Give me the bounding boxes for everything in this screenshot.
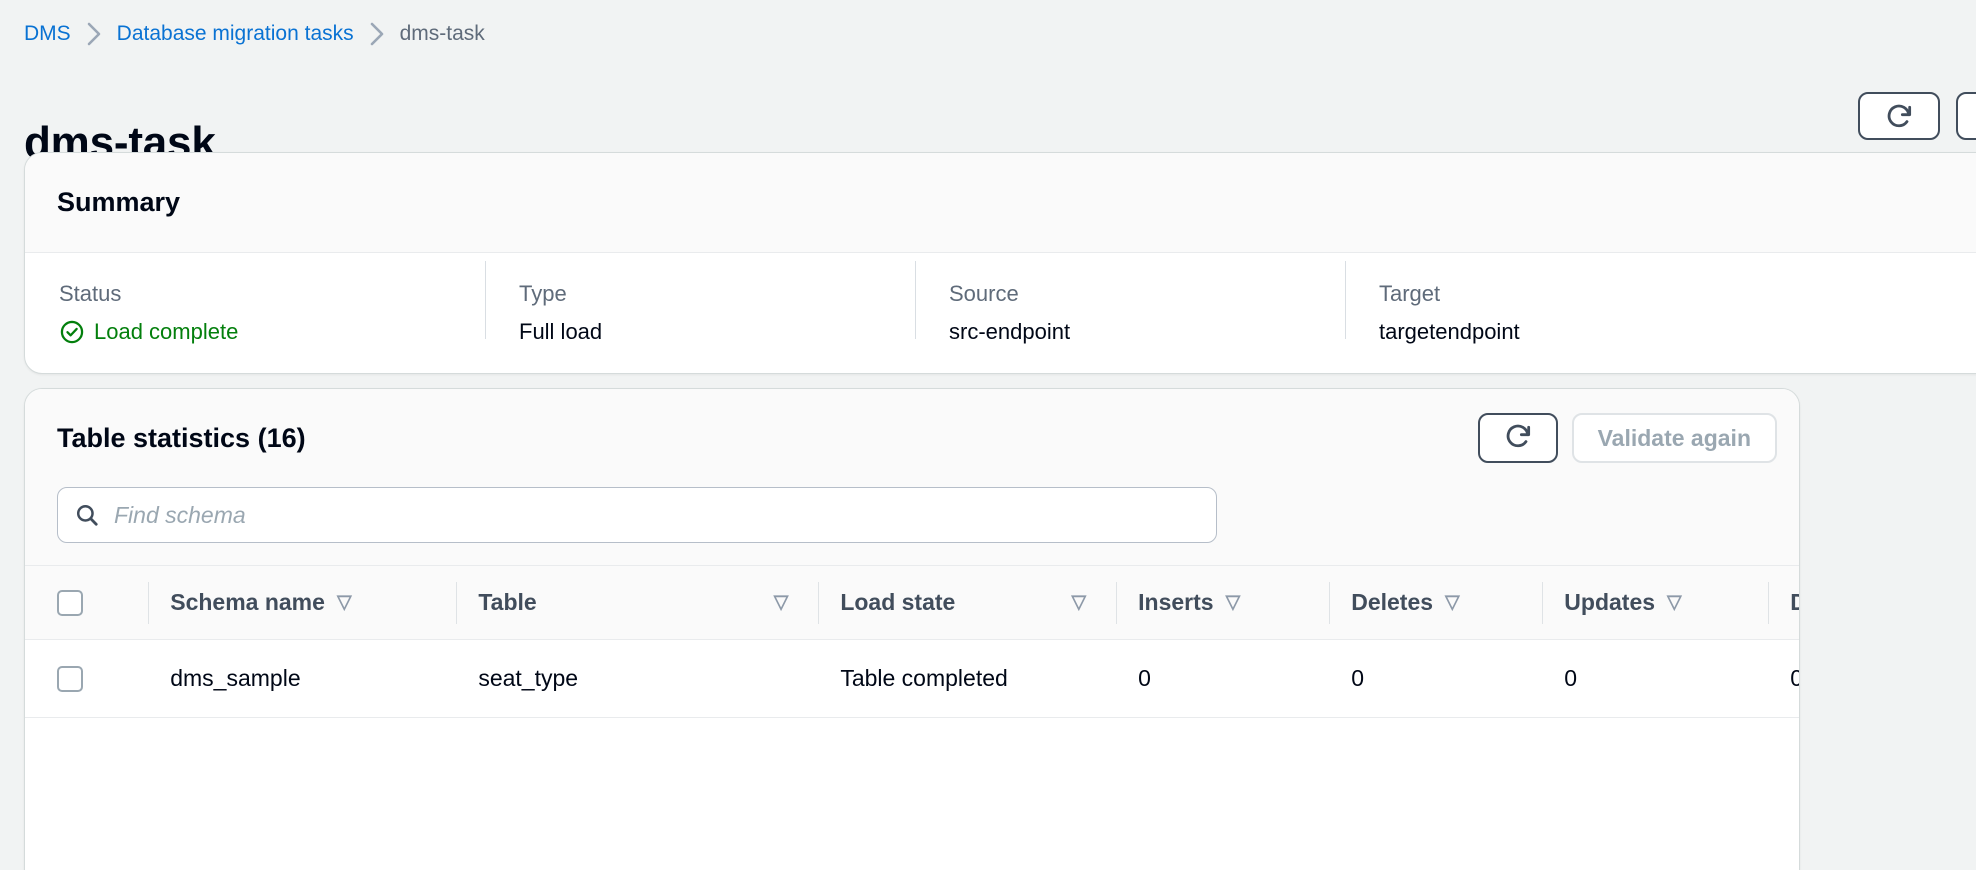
summary-label-status: Status [59,279,485,309]
column-label-table: Table [478,589,536,616]
search-icon [74,502,100,528]
cell-load-state: Table completed [818,640,1116,718]
status-badge: Load complete [59,317,485,347]
column-header-deletes[interactable]: Deletes ▽ [1329,566,1542,640]
cell-deletes: 0 [1329,640,1542,718]
sort-icon[interactable]: ▽ [1445,593,1460,612]
column-header-updates[interactable]: Updates ▽ [1542,566,1768,640]
breadcrumb-item-dms[interactable]: DMS [24,20,71,48]
status-value: Load complete [94,317,238,347]
column-label-ddl: DDL [1790,589,1800,616]
column-header-load-state[interactable]: Load state ▽ [818,566,1116,640]
sort-icon[interactable]: ▽ [1667,593,1682,612]
table-statistics-actions: Validate again [1478,413,1777,463]
summary-label-source: Source [949,279,1345,309]
column-label-inserts: Inserts [1138,589,1213,616]
chevron-right-icon [71,21,117,47]
summary-field-type: Type Full load [485,253,915,347]
search-input[interactable] [114,502,1200,529]
table-statistics-card: Table statistics (16) Validate again [24,388,1800,870]
summary-field-target: Target targetendpoint [1345,253,1775,347]
sort-icon[interactable]: ▽ [1226,593,1241,612]
column-header-ddl[interactable]: DDL [1768,566,1800,640]
sort-icon[interactable]: ▽ [337,593,352,612]
search-schema-box[interactable] [57,487,1217,543]
column-label-deletes: Deletes [1351,589,1433,616]
select-all-checkbox[interactable] [57,590,83,616]
breadcrumb: DMS Database migration tasks dms-task [24,20,485,48]
summary-body: Status Load complete Type Full load Sour [25,253,1976,374]
sort-icon[interactable]: ▽ [1072,593,1087,612]
cell-ddl: 0 [1768,640,1800,718]
row-checkbox[interactable] [57,666,83,692]
summary-value-target: targetendpoint [1379,317,1775,347]
sort-icon[interactable]: ▽ [774,593,789,612]
column-label-schema-name: Schema name [170,589,325,616]
column-label-updates: Updates [1564,589,1655,616]
summary-field-source: Source src-endpoint [915,253,1345,347]
cell-schema-name: dms_sample [148,640,456,718]
header-actions [1858,92,1976,140]
refresh-icon [1883,100,1915,132]
column-label-load-state: Load state [840,589,955,616]
cell-inserts: 0 [1116,640,1329,718]
refresh-button[interactable] [1858,92,1940,140]
breadcrumb-item-current: dms-task [400,20,485,48]
search-container [25,487,1799,565]
summary-label-target: Target [1379,279,1775,309]
refresh-icon [1502,420,1534,457]
table-statistics-table: Schema name ▽ Table ▽ Load state ▽ [25,565,1800,718]
chevron-right-icon [354,21,400,47]
cell-table: seat_type [456,640,818,718]
column-header-inserts[interactable]: Inserts ▽ [1116,566,1329,640]
row-select-cell [25,640,148,718]
column-header-table[interactable]: Table ▽ [456,566,818,640]
summary-field-status: Status Load complete [25,253,485,347]
column-header-schema-name[interactable]: Schema name ▽ [148,566,456,640]
summary-value-type: Full load [519,317,915,347]
breadcrumb-item-database-migration-tasks[interactable]: Database migration tasks [117,20,354,48]
summary-value-source: src-endpoint [949,317,1345,347]
table-row[interactable]: dms_sample seat_type Table completed 0 0… [25,640,1800,718]
summary-label-type: Type [519,279,915,309]
validate-again-button[interactable]: Validate again [1572,413,1777,463]
secondary-action-button[interactable] [1956,92,1976,140]
summary-card: Summary Status Load complete Type Ful [24,152,1976,374]
dms-task-details-page: DMS Database migration tasks dms-task dm… [0,0,1976,870]
select-all-header [25,566,148,640]
summary-title: Summary [57,187,180,218]
table-refresh-button[interactable] [1478,413,1558,463]
table-statistics-header: Table statistics (16) Validate again [25,389,1799,487]
table-statistics-title: Table statistics (16) [57,423,306,454]
check-circle-icon [59,319,85,345]
summary-header: Summary [25,153,1976,253]
cell-updates: 0 [1542,640,1768,718]
table-header-row: Schema name ▽ Table ▽ Load state ▽ [25,566,1800,640]
